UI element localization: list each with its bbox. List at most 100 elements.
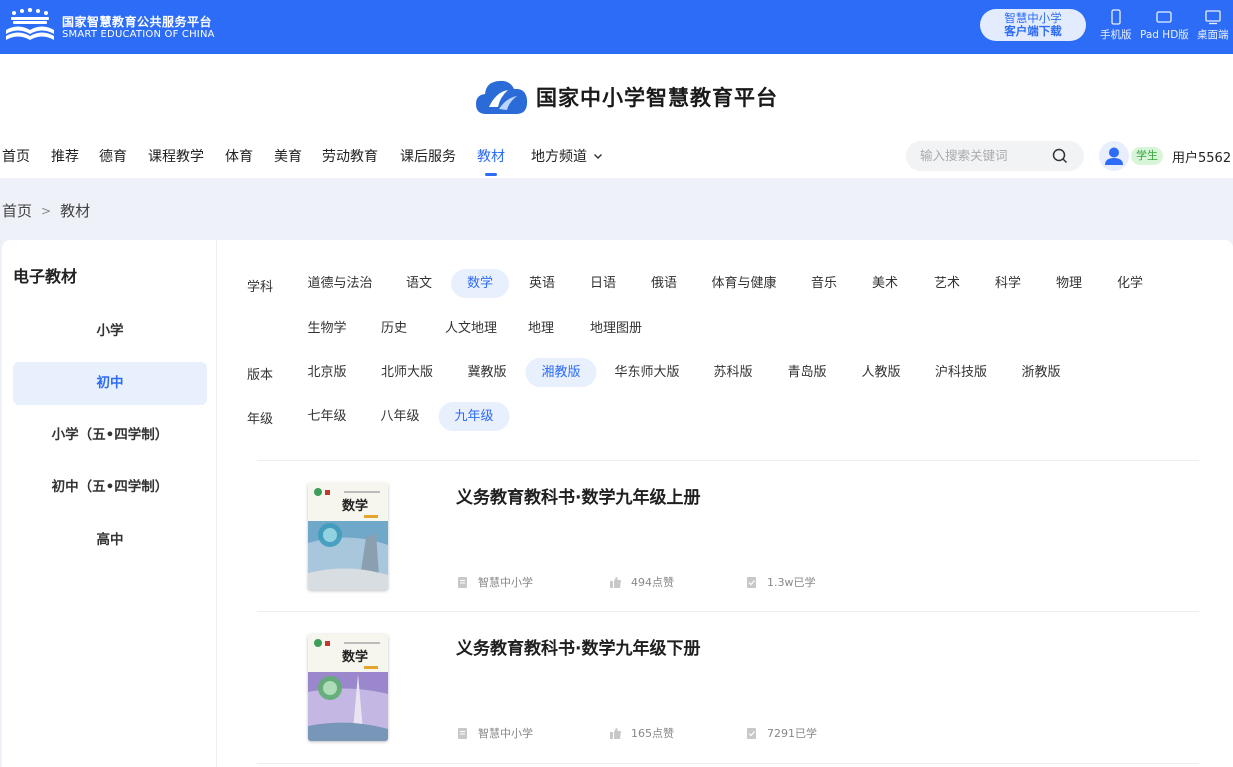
breadcrumb-current: 教材 [60,202,91,220]
grade-chip[interactable]: 八年级 [364,402,435,431]
grade-chip[interactable]: 七年级 [291,402,362,431]
nav-sports[interactable]: 体育 [225,146,253,166]
nav-afterschool[interactable]: 课后服务 [400,146,456,166]
edition-chip-active[interactable]: 湘教版 [525,358,597,387]
grade-chip-active[interactable]: 九年级 [438,402,510,431]
subject-chip[interactable]: 历史 [365,314,423,343]
grade-label: 年级 [247,412,274,427]
subject-chip[interactable]: 科学 [979,269,1037,298]
subject-chip[interactable]: 艺术 [918,269,976,298]
cloud-logo-icon [476,80,528,114]
edition-chip[interactable]: 青岛版 [771,358,842,387]
subject-chip[interactable]: 地理图册 [574,314,658,343]
search-icon[interactable] [1052,148,1068,164]
nav-local[interactable]: 地方频道 [531,146,604,166]
sidebar-item-senior[interactable]: 高中 [13,519,207,562]
edition-chip[interactable]: 华东师大版 [598,358,695,387]
subject-chip[interactable]: 生物学 [291,314,362,343]
book-likes: 494点赞 [609,574,674,590]
book-cover[interactable]: 数学 [308,634,388,741]
book-cover-title: 数学 [342,649,368,665]
subject-chip[interactable]: 英语 [513,269,571,298]
role-badge: 学生 [1131,147,1163,165]
nav-moral[interactable]: 德育 [99,146,127,166]
book-title[interactable]: 义务教育教科书·数学九年级上册 [456,483,700,508]
sidebar-item-primary[interactable]: 小学 [13,310,207,353]
chevron-down-icon [594,154,602,159]
sidebar-item-junior-54[interactable]: 初中（五•四学制） [13,466,207,509]
subject-chip[interactable]: 地理 [512,314,570,343]
book-cover[interactable]: 数学 [308,483,388,590]
sidebar-item-junior[interactable]: 初中 [13,362,207,405]
book-card[interactable]: 数学 义务教育教科书·数学九年级上册 智慧中小学 494点赞 1.3w已学 [257,461,1199,611]
top-bar: 国家智慧教育公共服务平台 SMART EDUCATION OF CHINA 智慧… [0,0,1233,54]
book-card[interactable]: 数学 义务教育教科书·数学九年级下册 智慧中小学 165点赞 7291已学 [257,612,1199,762]
subject-chip[interactable]: 音乐 [795,269,853,298]
nav-textbooks[interactable]: 教材 [477,146,505,176]
subject-chip-active[interactable]: 数学 [450,269,510,298]
nav-arts[interactable]: 美育 [274,146,302,166]
brand[interactable]: 国家中小学智慧教育平台 [474,74,778,120]
learned-icon [747,576,756,588]
device-pad[interactable]: Pad HD版 [1140,9,1189,42]
avatar[interactable] [1099,141,1129,171]
username[interactable]: 用户5562 [1172,147,1231,166]
nav-recommend[interactable]: 推荐 [51,146,79,166]
book-likes: 165点赞 [609,725,674,741]
thumbs-up-icon [610,576,621,588]
book-source-label: 智慧中小学 [478,727,533,740]
nav-home[interactable]: 首页 [2,146,30,166]
book-cover-title: 数学 [342,498,368,514]
textbook-panel: 电子教材 小学 初中 小学（五•四学制） 初中（五•四学制） 高中 学科 道德与… [2,240,1233,767]
edition-chip[interactable]: 北京版 [291,358,362,387]
subject-chip[interactable]: 日语 [574,269,632,298]
edition-chip[interactable]: 浙教版 [1005,358,1076,387]
subject-chip[interactable]: 美术 [856,269,914,298]
edition-chip[interactable]: 人教版 [845,358,916,387]
sidebar-title: 电子教材 [13,267,78,286]
subject-chip[interactable]: 物理 [1040,269,1098,298]
tablet-icon [1156,11,1173,23]
nav-labor[interactable]: 劳动教育 [322,146,378,166]
edition-label: 版本 [247,368,274,383]
book-likes-label: 494点赞 [631,576,674,589]
site-header: 国家中小学智慧教育平台 首页 推荐 德育 课程教学 体育 美育 劳动教育 课后服… [0,54,1233,178]
nav-courses[interactable]: 课程教学 [148,146,204,166]
book-learned-label: 7291已学 [767,727,817,740]
platform-logo-icon[interactable] [4,8,56,44]
edition-chip[interactable]: 沪科技版 [919,358,1003,387]
desktop-icon [1205,10,1221,25]
search-box [906,141,1084,171]
phone-icon [1111,9,1121,25]
subject-chip[interactable]: 俄语 [635,269,693,298]
book-title[interactable]: 义务教育教科书·数学九年级下册 [456,634,700,659]
device-phone-label: 手机版 [1100,29,1132,41]
device-desktop[interactable]: 桌面端 [1197,9,1229,42]
book-cover-image-icon: 数学 [308,483,388,590]
client-download-button[interactable]: 智慧中小学 客户端下载 [980,9,1086,41]
learned-icon [747,727,756,739]
divider [257,763,1199,764]
device-phone[interactable]: 手机版 [1100,9,1132,42]
subject-label: 学科 [247,280,274,295]
sidebar-item-primary-54[interactable]: 小学（五•四学制） [13,414,207,457]
book-cover-image-icon: 数学 [308,634,388,741]
device-pad-label: Pad HD版 [1140,29,1189,41]
edition-chip[interactable]: 北师大版 [365,358,449,387]
document-icon [458,576,467,588]
breadcrumb-home[interactable]: 首页 [2,200,32,221]
subject-chip[interactable]: 人文地理 [429,314,513,343]
search-input[interactable] [920,141,1050,171]
subject-chip[interactable]: 体育与健康 [695,269,792,298]
edition-chip[interactable]: 苏科版 [697,358,768,387]
book-learned-label: 1.3w已学 [767,576,816,589]
user-icon [1105,147,1123,165]
platform-title: 国家智慧教育公共服务平台 [62,15,213,29]
thumbs-up-icon [610,727,621,739]
book-source: 智慧中小学 [456,574,533,590]
subject-chip[interactable]: 化学 [1101,269,1159,298]
device-desktop-label: 桌面端 [1197,29,1229,41]
edition-chip[interactable]: 冀教版 [451,358,522,387]
subject-chip[interactable]: 道德与法治 [291,269,388,298]
subject-chip[interactable]: 语文 [390,269,448,298]
